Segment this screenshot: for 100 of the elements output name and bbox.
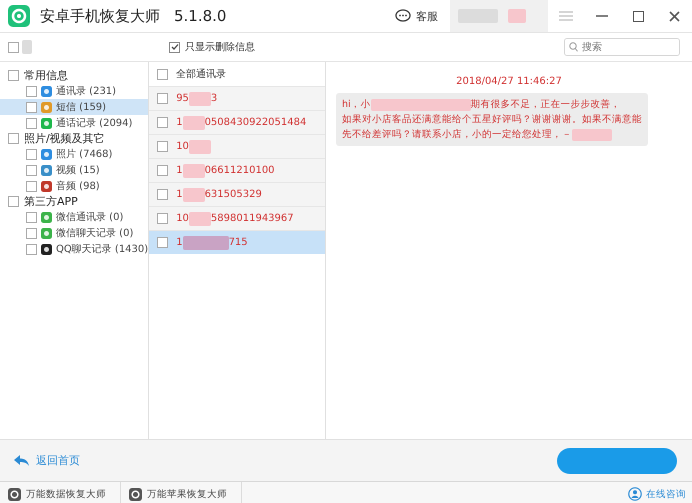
message-text: 如果对小店客品还满意能给个五星好评吗？谢谢谢谢。如果不满意能 [342,113,642,127]
app-link[interactable]: 万能苹果恢复大师 [121,482,242,503]
checkbox[interactable] [8,196,19,207]
number-text: 1 [176,117,183,128]
number-text: 06611210100 [204,165,275,176]
checkbox[interactable] [169,42,180,52]
sidebar-item[interactable]: 微信通讯录 (0) [0,209,148,225]
number-text: 5898011943967 [210,213,294,224]
redaction-mark [182,116,205,130]
back-arrow-icon [14,454,30,466]
checkbox[interactable] [26,86,37,96]
checkbox[interactable] [157,165,168,176]
account-area[interactable] [450,0,548,32]
online-consult-link[interactable]: 在线咨询 [628,487,686,501]
contact-row[interactable]: 1 06611210100 [149,158,325,182]
all-contacts-label: 全部通讯录 [176,68,226,81]
close-icon [668,10,680,22]
wechat-icon [41,212,52,222]
checkbox[interactable] [26,180,37,192]
checkbox[interactable] [157,189,168,200]
checkbox[interactable] [157,93,168,104]
checkbox[interactable] [8,70,19,81]
message-text: hi，小 [342,98,371,112]
app-logo-icon [129,488,142,500]
checkbox[interactable] [157,237,168,248]
sidebar-item[interactable]: 视频 (15) [0,162,148,178]
contact-row[interactable]: 1 715 [149,230,325,254]
sidebar-item[interactable]: 通讯录 (231) [0,83,148,99]
sidebar-item[interactable]: QQ聊天记录 (1430) [0,241,148,257]
category-label[interactable]: 第三方APP [24,194,78,209]
checkbox[interactable] [26,228,37,238]
checkbox[interactable] [26,102,37,112]
number-text: 3 [210,93,218,104]
user-icon [628,487,642,501]
filter-label: 只显示删除信息 [185,40,255,54]
sms-icon [41,102,52,112]
checkbox[interactable] [157,141,168,152]
action-button[interactable] [557,448,677,474]
number-text: 631505329 [204,189,262,200]
redaction-mark [508,9,526,23]
checkbox[interactable] [26,148,37,160]
number-text: 10 [176,141,189,152]
item-label: 短信 (159) [56,101,106,114]
search-field[interactable]: 搜索 [564,38,680,56]
redaction-mark [22,40,32,54]
redaction-mark [188,212,211,226]
category-label[interactable]: 常用信息 [24,68,68,83]
item-label: 微信聊天记录 (0) [56,227,134,240]
app-link[interactable]: 万能数据恢复大师 [0,482,121,503]
number-text: 1 [176,237,183,248]
category-label[interactable]: 照片/视频及其它 [24,131,105,146]
number-text: 10 [176,213,189,224]
redaction-mark [188,140,211,154]
number-text: 95 [176,93,189,104]
contact-row[interactable]: 10 5898011943967 [149,206,325,230]
redaction-mark [188,92,211,106]
item-label: 微信通讯录 (0) [56,210,124,224]
photo-icon [41,148,52,160]
sidebar-item[interactable]: 通话记录 (2094) [0,115,148,131]
contact-row[interactable]: 1 631505329 [149,182,325,206]
message-text: 先不给差评吗？请联系小店，小的一定给您处理，－ [342,128,572,142]
checkbox[interactable] [26,244,37,254]
number-text: 1 [176,165,183,176]
menu-icon [559,11,573,21]
sidebar-item[interactable]: 短信 (159) [0,99,148,115]
phone-icon [41,118,52,128]
audio-icon [41,180,52,192]
wechat-icon [41,228,52,238]
checkbox[interactable] [26,118,37,128]
redaction-mark [182,164,205,178]
redaction-mark [182,188,205,202]
number-text: 1 [176,189,183,200]
maximize-icon [632,10,644,22]
sidebar-item[interactable]: 照片 (7468) [0,146,148,162]
checkbox[interactable] [26,164,37,176]
checkbox[interactable] [157,117,168,128]
item-label: 照片 (7468) [56,148,112,161]
message-time: 2018/04/27 11:46:27 [455,76,563,87]
contacts-icon [41,86,52,96]
contact-row[interactable]: 95 3 [149,86,325,110]
checkbox[interactable] [8,133,19,144]
item-label: 音频 (98) [56,180,100,193]
penguin-icon [41,244,52,254]
checkbox[interactable] [8,42,19,52]
app-logo-icon [8,488,21,500]
support-button[interactable]: 客服 [395,8,438,24]
app-title: 安卓手机恢复大师 [40,6,160,26]
contact-row[interactable]: 1 0508430922051484 [149,110,325,134]
number-text: 715 [228,237,248,248]
item-label: 通讯录 (231) [56,84,116,98]
message-text: 期有很多不足，正在一步步改善， [470,98,621,112]
contact-row[interactable]: 10 [149,134,325,158]
app-logo-icon [8,5,30,27]
sidebar-item[interactable]: 音频 (98) [0,178,148,194]
checkbox[interactable] [157,213,168,224]
redaction-mark [182,236,229,250]
sidebar-item[interactable]: 微信聊天记录 (0) [0,225,148,241]
checkbox[interactable] [157,68,168,80]
checkbox[interactable] [26,212,37,222]
minimize-icon [596,15,608,17]
